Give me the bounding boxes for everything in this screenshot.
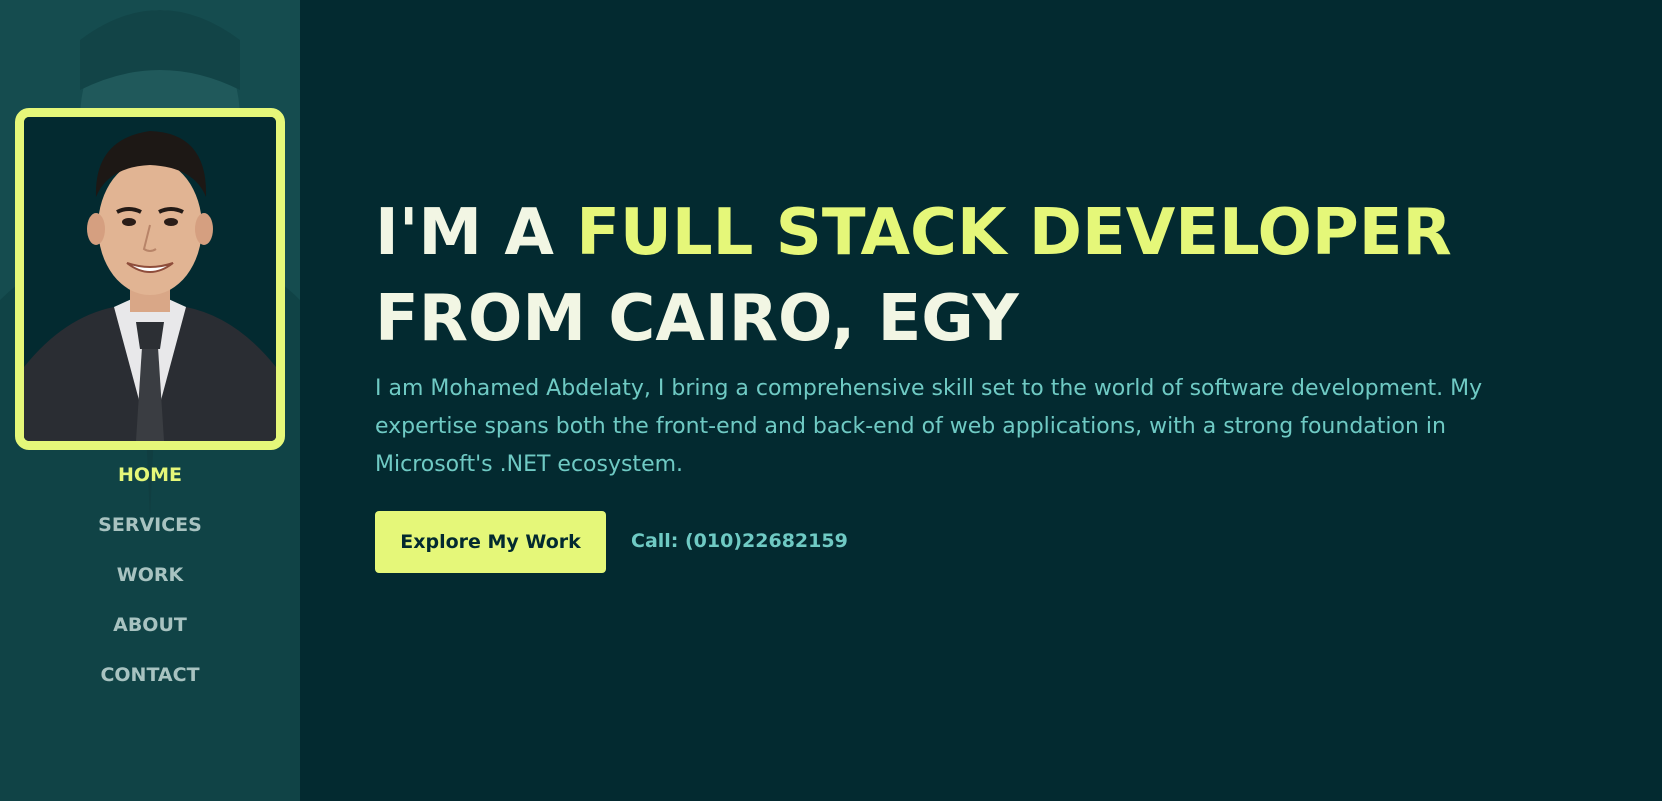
main-nav: HOME SERVICES WORK ABOUT CONTACT [0,450,300,700]
cta-row: Explore My Work Call: (010)22682159 [375,511,848,573]
nav-item-about[interactable]: ABOUT [0,600,300,650]
sidebar: HOME SERVICES WORK ABOUT CONTACT [0,0,300,801]
call-phone-link[interactable]: Call: (010)22682159 [631,530,848,552]
page: HOME SERVICES WORK ABOUT CONTACT I'M A F… [0,0,1662,801]
nav-item-work[interactable]: WORK [0,550,300,600]
hero-headline: I'M A FULL STACK DEVELOPER FROM CAIRO, E… [375,190,1575,362]
nav-item-services[interactable]: SERVICES [0,500,300,550]
headline-line-2: FROM CAIRO, EGY [375,282,1019,356]
explore-work-button[interactable]: Explore My Work [375,511,606,573]
profile-portrait [15,108,285,450]
headline-accent: FULL STACK DEVELOPER [576,196,1452,270]
nav-item-home[interactable]: HOME [0,450,300,500]
hero-section: I'M A FULL STACK DEVELOPER FROM CAIRO, E… [375,0,1575,801]
hero-intro-text: I am Mohamed Abdelaty, I bring a compreh… [375,376,1483,477]
headline-prefix: I'M A [375,196,577,270]
portrait-photo [24,117,276,441]
nav-item-contact[interactable]: CONTACT [0,650,300,700]
